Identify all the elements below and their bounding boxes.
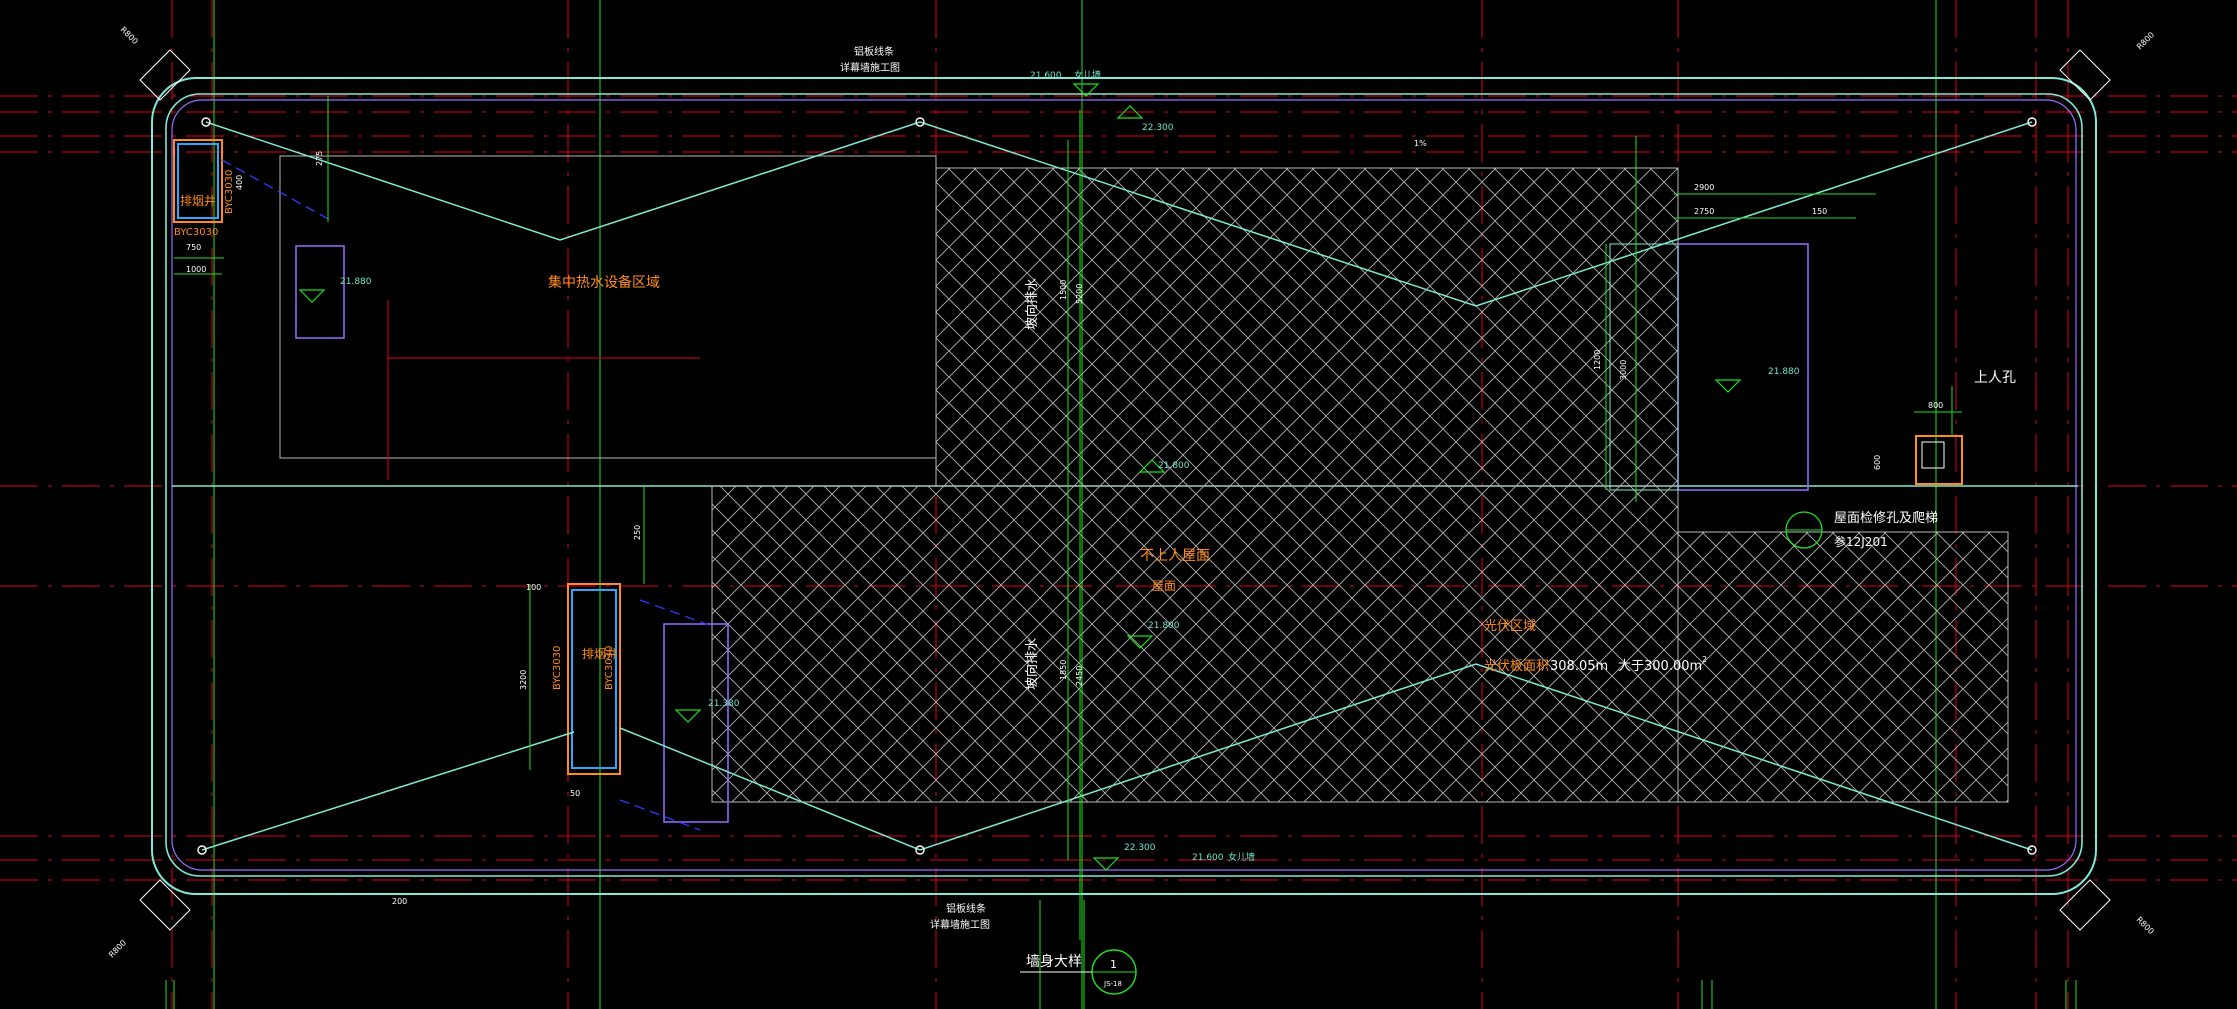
pv-hatch-top <box>935 167 1679 487</box>
label-dim-275: 275 <box>315 151 324 166</box>
label-pv-greater: 大于300.00m <box>1618 659 1702 674</box>
label-roof-hatch: 屋面检修孔及爬梯 <box>1834 511 1938 526</box>
cad-drawing: 集中热水设备区域 不上人屋面 屋面 光伏区域 光伏板面积 308.05m 大于3… <box>0 0 2237 1009</box>
label-m2-sup: 2 <box>1702 655 1707 664</box>
label-dim-3000: 3000 <box>1619 360 1628 380</box>
label-shaft-code-4: BYC3030 <box>604 646 615 690</box>
label-elev-bot-sub: 女儿墙 <box>1228 851 1255 863</box>
label-gutter: 1% <box>1414 139 1427 148</box>
hot-water-area <box>279 155 937 459</box>
label-dim-750: 750 <box>186 243 201 252</box>
label-dim-5200: 5200 <box>1075 284 1084 304</box>
label-dim-1200: 1200 <box>1593 350 1602 370</box>
label-no-access-roof: 不上人屋面 <box>1140 548 1210 564</box>
access-hole-inner <box>1921 441 1945 469</box>
label-roof-hatch-ref: 参12J201 <box>1834 534 1888 549</box>
label-access-hole: 上人孔 <box>1974 370 2016 386</box>
label-detail-top-1: 铝板线条 <box>854 45 894 58</box>
label-elev-21800-mid: 21.800 <box>1158 461 1190 471</box>
blue-dash-2 <box>619 799 701 831</box>
access-hole-box <box>1915 435 1963 485</box>
label-hot-water-area: 集中热水设备区域 <box>548 274 660 291</box>
label-wall-section-no: 1 <box>1110 958 1117 971</box>
label-dim-2450: 2450 <box>1075 666 1084 686</box>
label-pv-area-value: 308.05m <box>1550 659 1608 674</box>
label-wall-section-sheet: JS-18 <box>1103 980 1122 988</box>
label-dim-1500: 1500 <box>1059 280 1068 300</box>
label-dim-100: 100 <box>526 583 541 592</box>
label-elev-top: 21.600 <box>1030 71 1062 81</box>
label-pv-area: 光伏区域 <box>1484 619 1536 634</box>
label-dim-2900: 2900 <box>1694 183 1714 192</box>
label-elev-21880-right: 21.880 <box>1768 367 1800 377</box>
label-dim-3200: 3200 <box>519 670 528 690</box>
label-wall-section: 墙身大样 <box>1026 954 1082 970</box>
label-pv-area-text: 光伏板面积 <box>1484 659 1549 674</box>
pv-hatch-bottom-right <box>1677 531 2009 803</box>
label-dim-250: 250 <box>633 525 642 540</box>
dimension-lines <box>174 96 1962 940</box>
label-shaft-code-3: BYC3030 <box>552 646 563 690</box>
label-elev-21380: 21.380 <box>708 699 740 709</box>
label-r-bl: R800 <box>107 938 128 959</box>
label-dim-200: 200 <box>392 897 407 906</box>
label-dim-150: 150 <box>1812 207 1827 216</box>
label-dim-1850: 1850 <box>1059 660 1068 680</box>
label-elev-top-sub: 女儿墙 <box>1074 69 1101 81</box>
label-dim-50: 50 <box>570 789 580 798</box>
label-dim-400: 400 <box>235 175 244 190</box>
label-elev-22300-bot: 22.300 <box>1124 843 1156 853</box>
label-elev-21880-left: 21.880 <box>340 277 372 287</box>
pv-hatch-bottom-left <box>711 485 1679 803</box>
label-r-tl: R800 <box>119 25 140 46</box>
label-r-br: R800 <box>2135 915 2156 936</box>
label-dim-2750: 2750 <box>1694 207 1714 216</box>
label-detail-bot-2: 详幕墙施工图 <box>930 918 990 931</box>
label-elev-bot: 21.600 <box>1192 853 1224 863</box>
label-r-tr: R800 <box>2135 30 2156 51</box>
label-dim-800: 800 <box>1928 401 1943 410</box>
label-elev-21800-low: 21.800 <box>1148 621 1180 631</box>
label-shaft-code-2: BYC3030 <box>174 227 218 238</box>
label-detail-bot-1: 铝板线条 <box>946 902 986 915</box>
label-detail-top-2: 详幕墙施工图 <box>840 61 900 74</box>
label-dim-600: 600 <box>1873 455 1882 470</box>
label-slope-bot: 坡向排水 <box>1024 638 1040 690</box>
label-roof-sub: 屋面 <box>1152 579 1176 593</box>
label-shaft-1: 排烟井 <box>180 194 216 208</box>
label-slope-top: 坡向排水 <box>1024 278 1040 330</box>
violet-room-left-top <box>295 245 345 339</box>
label-elev-22300-top: 22.300 <box>1142 123 1174 133</box>
label-dim-1000: 1000 <box>186 265 206 274</box>
label-shaft-code-1: BYC3030 <box>224 170 235 214</box>
blue-dash-3 <box>639 599 713 627</box>
